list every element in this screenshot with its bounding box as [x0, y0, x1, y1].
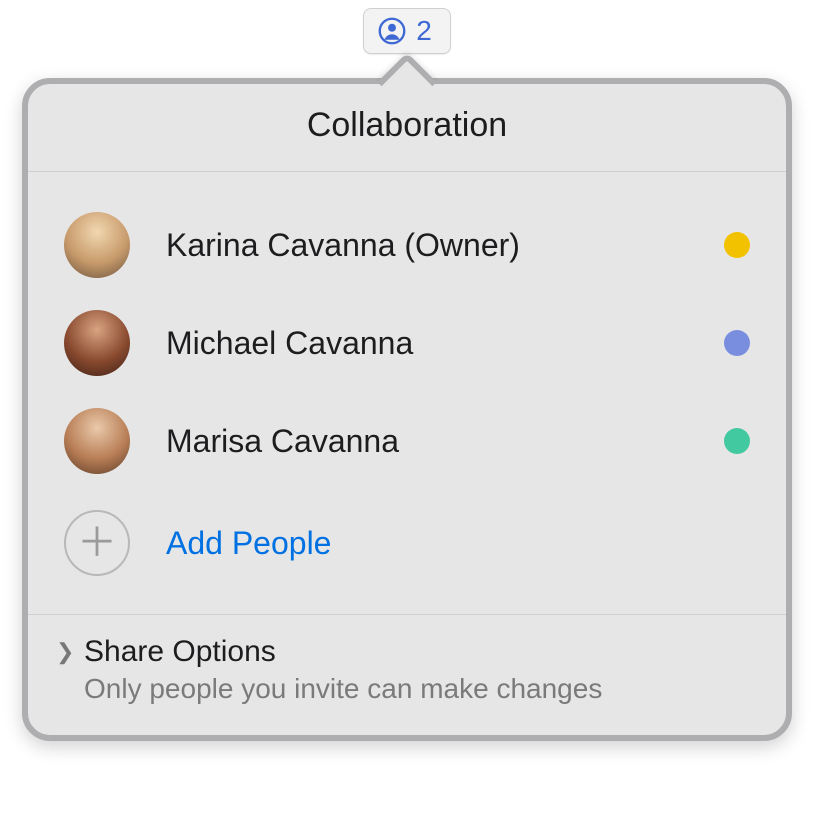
avatar — [64, 212, 130, 278]
participant-list: Karina Cavanna (Owner) Michael Cavanna M… — [28, 172, 786, 614]
plus-icon: ＋ — [64, 510, 130, 576]
add-people-button[interactable]: ＋ Add People — [64, 490, 750, 604]
presence-dot — [724, 428, 750, 454]
collaboration-popover: Collaboration Karina Cavanna (Owner) Mic… — [22, 54, 792, 741]
popover-title: Collaboration — [28, 106, 786, 145]
chevron-right-icon: ❯ — [56, 639, 78, 665]
participant-row[interactable]: Michael Cavanna — [64, 294, 750, 392]
participant-row[interactable]: Karina Cavanna (Owner) — [64, 196, 750, 294]
participant-name: Marisa Cavanna — [166, 423, 724, 460]
participant-name: Michael Cavanna — [166, 325, 724, 362]
share-options-title: Share Options — [84, 635, 276, 669]
participant-name: Karina Cavanna (Owner) — [166, 227, 724, 264]
collaboration-trigger-button[interactable]: 2 — [363, 8, 451, 54]
participant-row[interactable]: Marisa Cavanna — [64, 392, 750, 490]
share-options-subtitle: Only people you invite can make changes — [84, 673, 750, 705]
collaboration-count: 2 — [416, 15, 432, 47]
person-icon — [378, 17, 406, 45]
share-options-row[interactable]: ❯ Share Options Only people you invite c… — [28, 614, 786, 735]
presence-dot — [724, 232, 750, 258]
add-people-label: Add People — [166, 525, 331, 562]
avatar — [64, 408, 130, 474]
avatar — [64, 310, 130, 376]
presence-dot — [724, 330, 750, 356]
popover-arrow — [385, 52, 429, 80]
